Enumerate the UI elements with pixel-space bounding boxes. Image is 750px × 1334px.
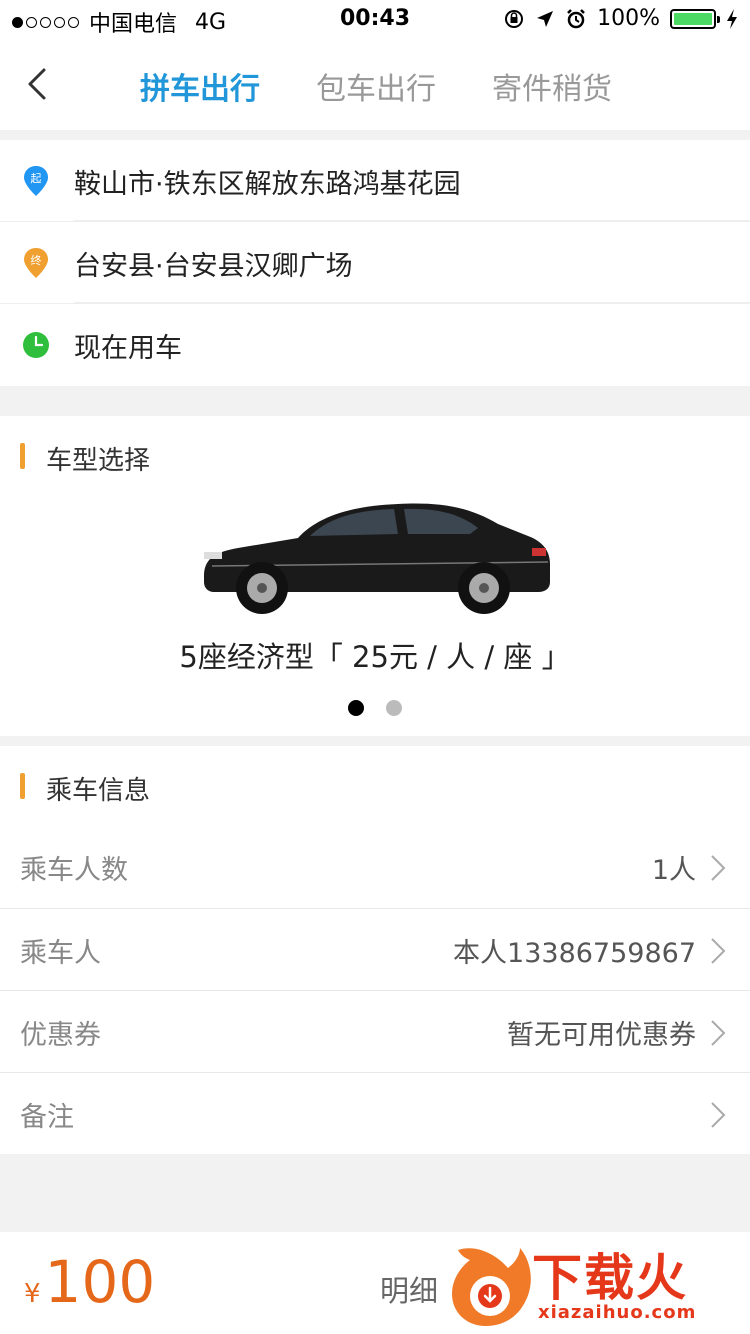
flame-logo-icon [452, 1248, 531, 1326]
watermark: 下载火 xiazaihuo.com [446, 1236, 750, 1334]
end-location-label: 台安县·台安县汉卿广场 [74, 251, 353, 282]
charging-bolt-icon [727, 8, 737, 29]
ride-info-card: 乘车信息 乘车人数 1人 乘车人 本人13386759867 优惠券 暂无可用优… [0, 746, 750, 1154]
start-location-label: 鞍山市·铁东区解放东路鸿基花园 [74, 169, 461, 200]
passenger-count-key: 乘车人数 [20, 855, 128, 886]
ride-time-row[interactable]: 现在用车 [0, 304, 750, 386]
ride-time-label: 现在用车 [74, 333, 182, 364]
chevron-right-icon [711, 855, 726, 881]
ride-info-title: 乘车信息 [20, 770, 150, 807]
price-amount: 100 [44, 1248, 156, 1316]
currency-symbol: ¥ [24, 1279, 41, 1309]
passenger-value: 本人13386759867 [453, 938, 696, 969]
location-arrow-icon [537, 10, 554, 27]
car-carousel-pager [0, 700, 750, 716]
back-arrow-icon[interactable] [20, 64, 60, 104]
end-pin-icon: 终 [24, 248, 48, 278]
pager-dot-1[interactable] [348, 700, 364, 716]
coupon-value: 暂无可用优惠券 [507, 1020, 696, 1051]
chevron-right-icon [711, 938, 726, 964]
end-location-row[interactable]: 终 台安县·台安县汉卿广场 [0, 222, 750, 304]
clock-icon [23, 332, 49, 358]
price-display: ¥ 100 [24, 1248, 155, 1316]
car-type-card: 车型选择 5座经济型「 25元 / 人 / 座 」 [0, 416, 750, 736]
battery-percent: 100% [597, 6, 660, 31]
passenger-key: 乘车人 [20, 938, 101, 969]
car-type-description: 5座经济型「 25元 / 人 / 座 」 [179, 640, 571, 674]
passenger-count-value: 1人 [651, 855, 696, 886]
remark-row[interactable]: 备注 [0, 1072, 750, 1154]
svg-text:终: 终 [31, 253, 42, 267]
start-pin-icon: 起 [24, 166, 48, 196]
tab-parcel[interactable]: 寄件稍货 [492, 64, 612, 108]
nav-bar: 拼车出行 包车出行 寄件稍货 [0, 40, 750, 130]
service-tabs: 拼车出行 包车出行 寄件稍货 [140, 64, 612, 108]
car-type-title: 车型选择 [20, 440, 150, 477]
price-detail-button[interactable]: 明细 [380, 1268, 438, 1310]
status-bar: 中国电信 4G 00:43 100% [0, 0, 750, 40]
route-card: 起 鞍山市·铁东区解放东路鸿基花园 终 台安县·台安县汉卿广场 现在用车 [0, 140, 750, 386]
tab-charter[interactable]: 包车出行 [316, 64, 436, 108]
coupon-row[interactable]: 优惠券 暂无可用优惠券 [0, 990, 750, 1072]
svg-text:起: 起 [31, 172, 42, 185]
passenger-count-row[interactable]: 乘车人数 1人 [0, 826, 750, 908]
tab-carpool[interactable]: 拼车出行 [140, 64, 260, 108]
status-right: 100% [503, 6, 738, 31]
battery-icon [670, 8, 720, 29]
chevron-right-icon [711, 1020, 726, 1046]
watermark-brand: 下载火 [532, 1249, 688, 1307]
remark-key: 备注 [20, 1102, 74, 1133]
chevron-right-icon [711, 1102, 726, 1128]
start-location-row[interactable]: 起 鞍山市·铁东区解放东路鸿基花园 [0, 140, 750, 222]
pager-dot-2[interactable] [386, 700, 402, 716]
sedan-car-image[interactable] [198, 496, 554, 616]
watermark-url: xiazaihuo.com [538, 1302, 697, 1323]
coupon-key: 优惠券 [20, 1020, 101, 1051]
alarm-icon [567, 8, 585, 28]
rotation-lock-icon [505, 9, 524, 28]
passenger-row[interactable]: 乘车人 本人13386759867 [0, 908, 750, 990]
